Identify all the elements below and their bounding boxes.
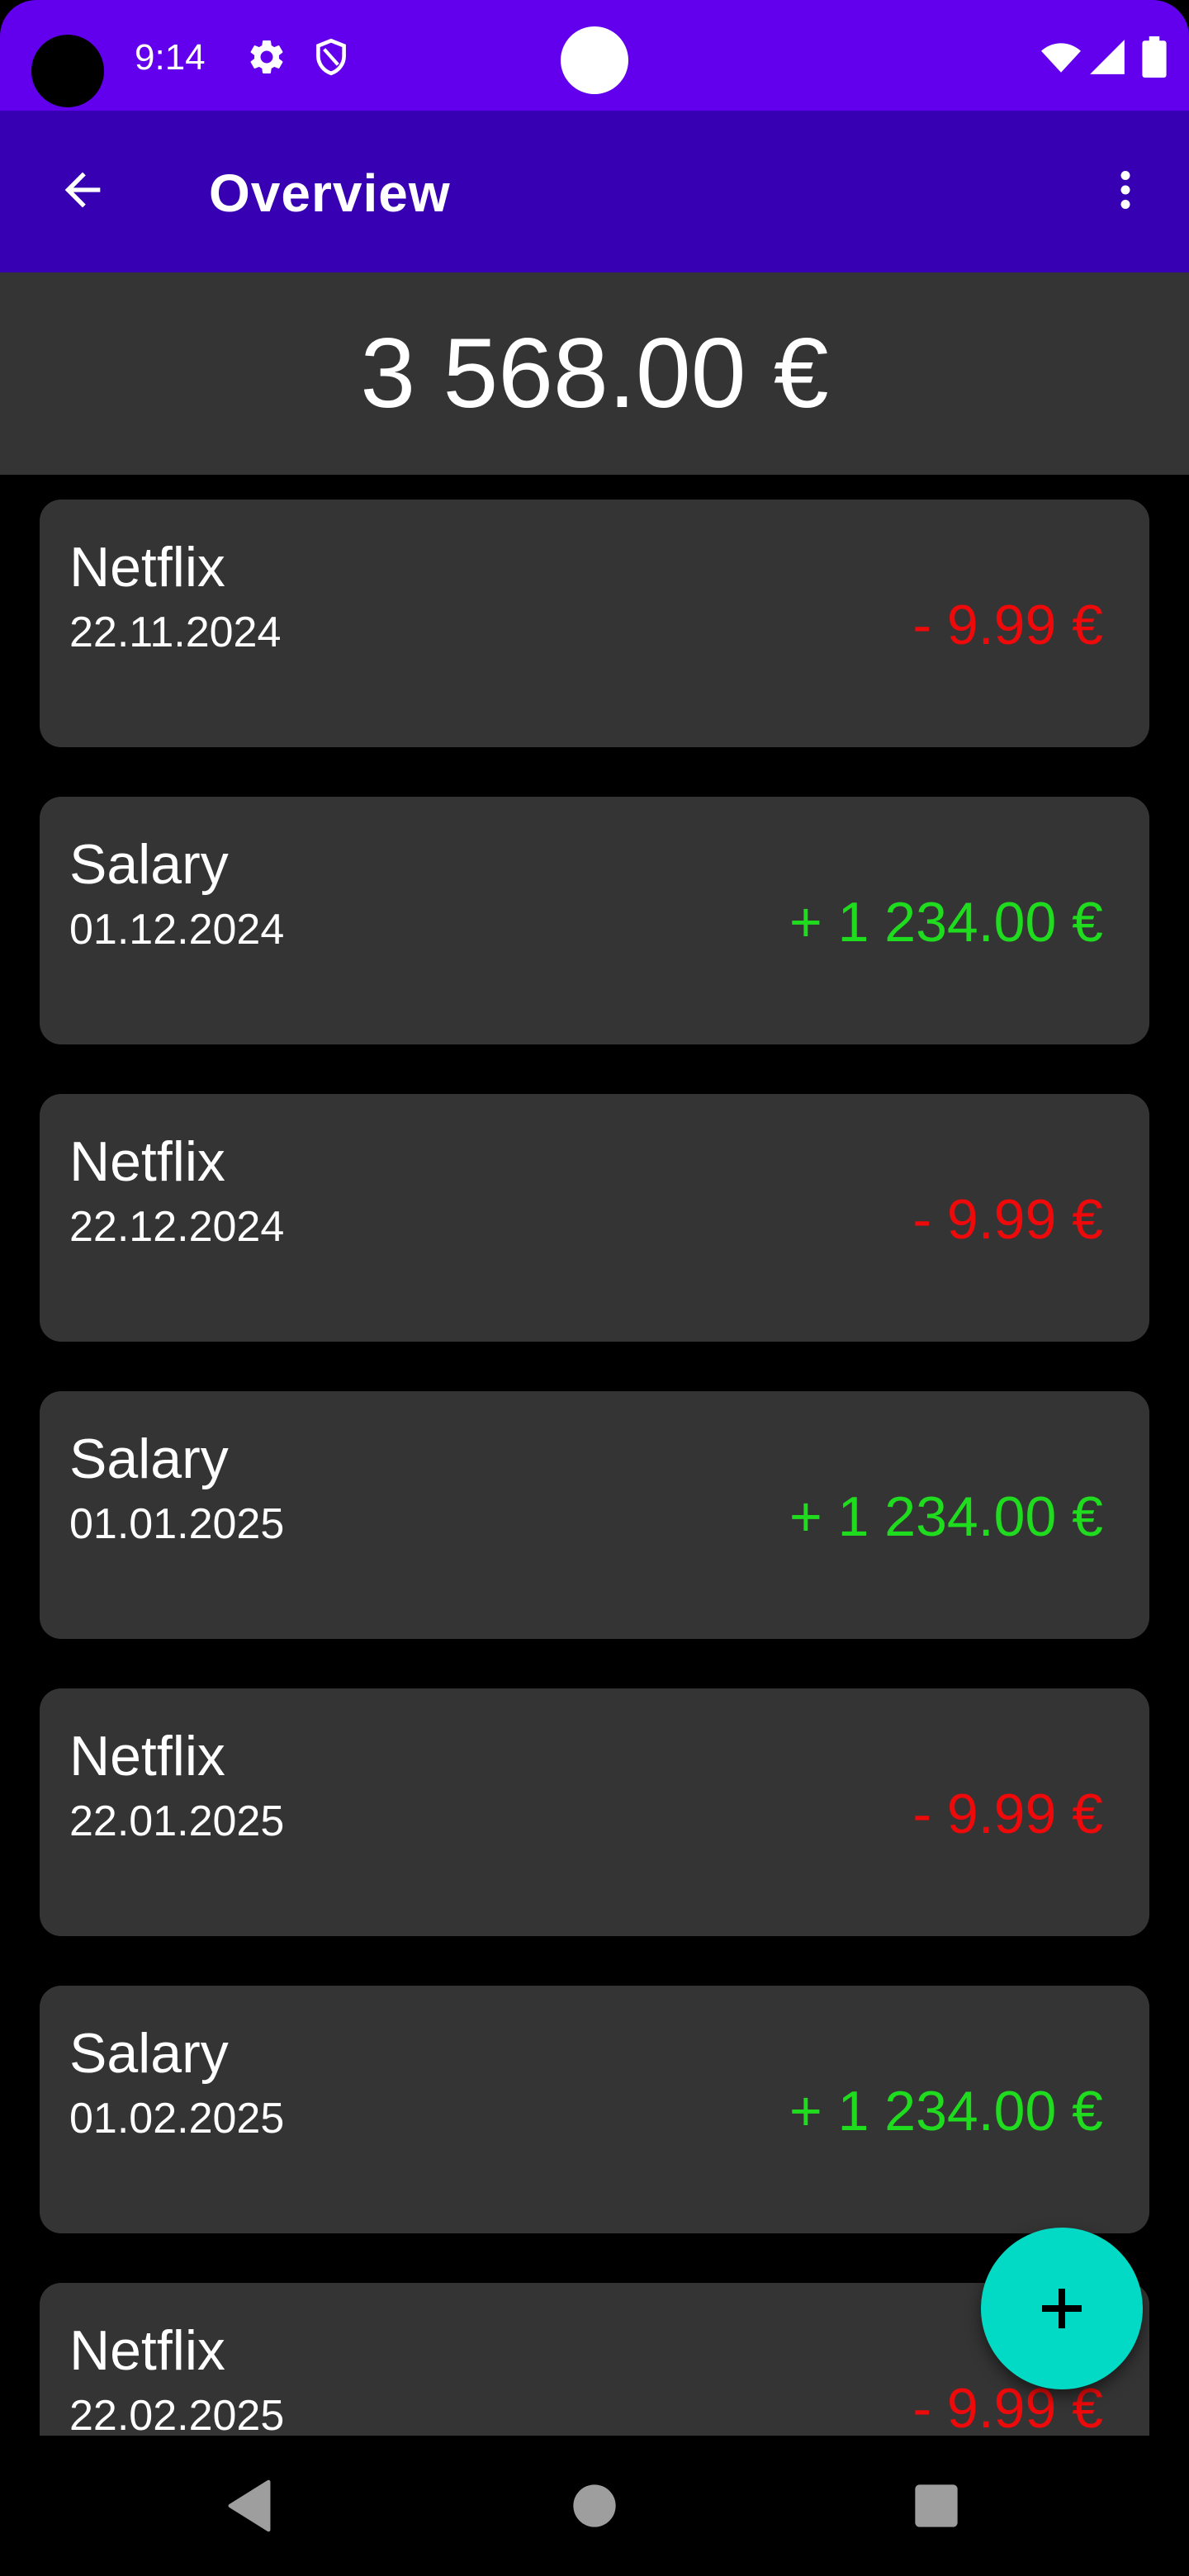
back-button[interactable] bbox=[36, 144, 129, 236]
center-indicator-dot bbox=[561, 26, 628, 94]
nav-back-button[interactable] bbox=[206, 2463, 292, 2549]
transaction-card[interactable]: Salary 01.01.2025 + 1 234.00 € bbox=[40, 1391, 1149, 1639]
transaction-amount: - 9.99 € bbox=[912, 1783, 1103, 1845]
nav-recents-button[interactable] bbox=[893, 2463, 979, 2549]
transaction-name: Salary bbox=[69, 1428, 229, 1490]
transaction-name: Salary bbox=[69, 833, 229, 896]
status-time: 9:14 bbox=[135, 37, 206, 78]
back-triangle-icon bbox=[228, 2479, 271, 2532]
transaction-amount: - 9.99 € bbox=[912, 1188, 1103, 1251]
nav-home-button[interactable] bbox=[552, 2463, 637, 2549]
transaction-date: 01.01.2025 bbox=[69, 1500, 285, 1548]
total-balance: 3 568.00 € bbox=[360, 318, 829, 429]
plus-icon bbox=[1042, 2289, 1082, 2328]
gear-icon bbox=[250, 40, 283, 73]
add-transaction-button[interactable] bbox=[981, 2228, 1143, 2389]
signal-icon bbox=[1090, 40, 1125, 74]
recents-square-icon bbox=[915, 2484, 958, 2527]
transaction-card[interactable]: Netflix 22.12.2024 - 9.99 € bbox=[40, 1094, 1149, 1342]
system-nav-bar bbox=[0, 2436, 1189, 2576]
transaction-list[interactable]: Netflix 22.11.2024 - 9.99 € Salary 01.12… bbox=[0, 475, 1189, 2436]
transaction-amount: + 1 234.00 € bbox=[789, 2080, 1103, 2143]
transaction-date: 22.11.2024 bbox=[69, 608, 282, 656]
transaction-amount: + 1 234.00 € bbox=[789, 1485, 1103, 1548]
page-title: Overview bbox=[209, 163, 451, 223]
battery-icon bbox=[1142, 36, 1167, 78]
transaction-date: 22.01.2025 bbox=[69, 1797, 285, 1845]
transaction-card[interactable]: Salary 01.12.2024 + 1 234.00 € bbox=[40, 797, 1149, 1044]
app-bar: Overview bbox=[0, 111, 1189, 272]
wifi-icon bbox=[1041, 43, 1081, 73]
more-vert-icon bbox=[1120, 171, 1130, 209]
transaction-name: Salary bbox=[69, 2022, 229, 2085]
overflow-menu-button[interactable] bbox=[1088, 144, 1163, 236]
home-circle-icon bbox=[573, 2484, 616, 2527]
transaction-card[interactable]: Netflix 22.01.2025 - 9.99 € bbox=[40, 1688, 1149, 1936]
balance-header: 3 568.00 € bbox=[0, 272, 1189, 475]
transaction-name: Netflix bbox=[69, 536, 225, 599]
transaction-date: 01.02.2025 bbox=[69, 2095, 285, 2143]
transaction-amount: - 9.99 € bbox=[912, 594, 1103, 656]
transaction-name: Netflix bbox=[69, 2319, 225, 2382]
camera-cutout bbox=[31, 35, 104, 107]
transaction-name: Netflix bbox=[69, 1130, 225, 1193]
transaction-name: Netflix bbox=[69, 1725, 225, 1788]
status-bar: 9:14 bbox=[0, 0, 1189, 111]
transaction-date: 22.02.2025 bbox=[69, 2392, 285, 2436]
transaction-amount: + 1 234.00 € bbox=[789, 891, 1103, 954]
transaction-card[interactable]: Salary 01.02.2025 + 1 234.00 € bbox=[40, 1986, 1149, 2233]
transaction-date: 22.12.2024 bbox=[69, 1203, 285, 1251]
shield-icon bbox=[316, 38, 346, 76]
transaction-date: 01.12.2024 bbox=[69, 906, 285, 954]
transaction-card[interactable]: Netflix 22.11.2024 - 9.99 € bbox=[40, 500, 1149, 747]
arrow-back-icon bbox=[64, 172, 101, 208]
